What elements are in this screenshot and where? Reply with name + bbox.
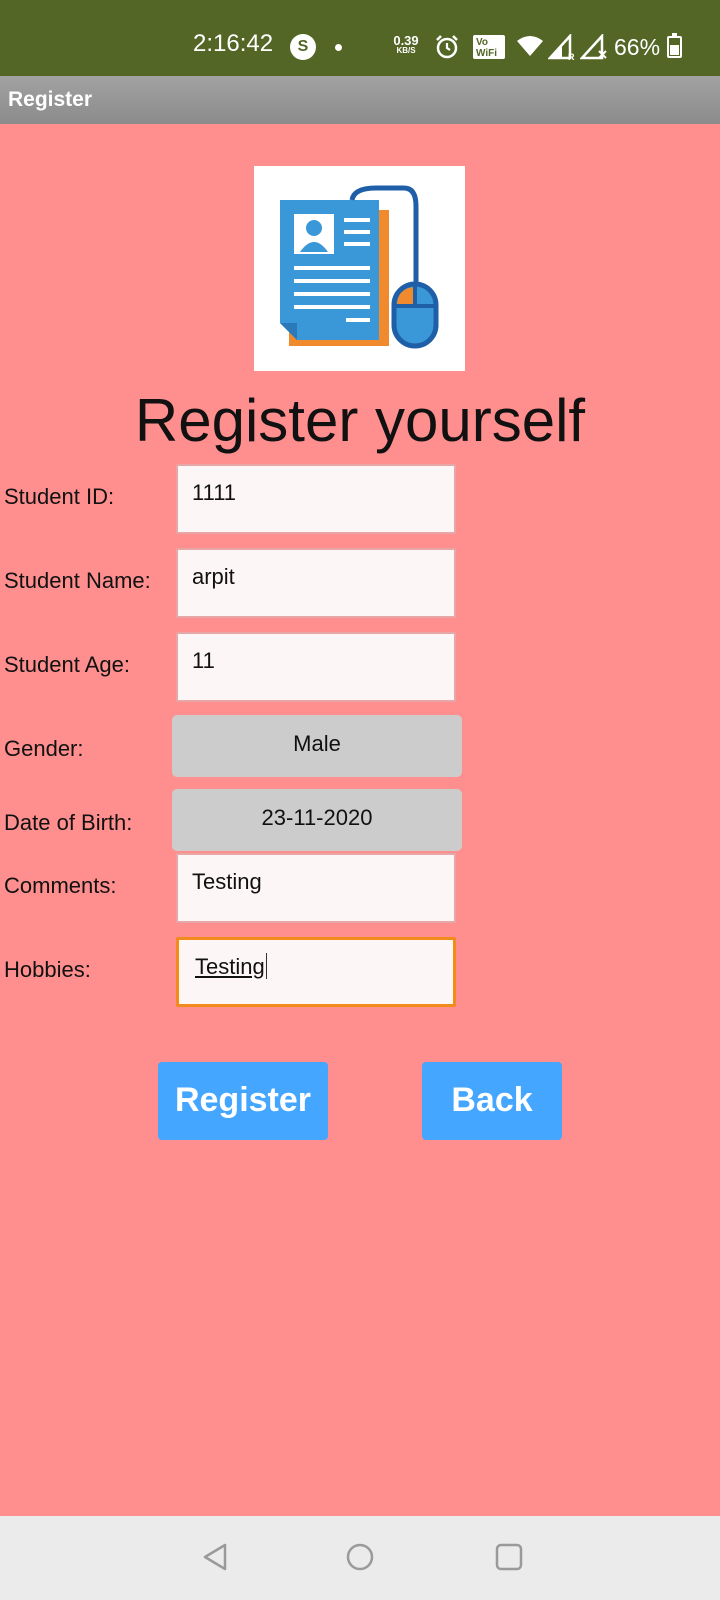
svg-text:R: R — [568, 52, 575, 60]
notification-dot-icon — [335, 44, 342, 51]
hobbies-value: Testing — [195, 954, 265, 979]
student-name-value: arpit — [192, 564, 235, 589]
signal-r-icon: R — [548, 34, 575, 60]
student-id-label: Student ID: — [4, 484, 115, 509]
student-age-input[interactable]: 11 — [176, 632, 456, 702]
navigation-bar — [0, 1516, 720, 1600]
battery-icon — [667, 33, 682, 58]
wifi-icon — [517, 36, 543, 56]
comments-input[interactable]: Testing — [176, 853, 456, 923]
comments-label: Comments: — [4, 873, 117, 898]
student-name-input[interactable]: arpit — [176, 548, 456, 618]
text-cursor — [265, 953, 267, 979]
back-nav-icon[interactable] — [200, 1541, 230, 1573]
network-speed-unit: KB/S — [396, 46, 416, 55]
dob-label: Date of Birth: — [4, 810, 133, 835]
register-button[interactable]: Register — [158, 1062, 328, 1140]
home-nav-icon[interactable] — [345, 1541, 375, 1573]
page-title: Register yourself — [134, 387, 586, 454]
svg-text:Vo: Vo — [476, 37, 488, 48]
alarm-icon — [436, 35, 458, 59]
student-id-input[interactable]: 1111 — [176, 464, 456, 534]
hobbies-label: Hobbies: — [4, 957, 91, 982]
gender-label: Gender: — [4, 736, 84, 761]
status-time: 2:16:42 — [193, 30, 274, 57]
hobbies-input[interactable]: Testing — [176, 937, 456, 1007]
svg-text:WiFi: WiFi — [476, 48, 497, 59]
register-logo — [254, 166, 465, 371]
signal-x-icon — [580, 34, 607, 60]
s-app-icon: S — [290, 34, 316, 60]
student-id-value: 1111 — [192, 480, 237, 505]
student-age-value: 11 — [192, 648, 215, 673]
gender-picker[interactable]: Male — [172, 715, 462, 777]
network-speed: 0.39 KB/S — [389, 34, 423, 55]
status-bar: 2:16:42 S 0.39 KB/S Vo WiFi R 66% — [0, 0, 720, 76]
app-bar-title: Register — [8, 88, 93, 111]
student-name-label: Student Name: — [4, 568, 151, 593]
student-age-label: Student Age: — [4, 652, 130, 677]
back-button[interactable]: Back — [422, 1062, 562, 1140]
dob-picker[interactable]: 23-11-2020 — [172, 789, 462, 851]
recents-nav-icon[interactable] — [494, 1541, 524, 1573]
resume-mouse-icon — [280, 185, 439, 349]
dob-value: 23-11-2020 — [261, 805, 373, 830]
gender-value: Male — [293, 731, 341, 756]
battery-percentage: 66% — [614, 34, 661, 60]
comments-value: Testing — [192, 869, 262, 894]
app-bar: Register — [0, 76, 720, 124]
vowifi-icon: Vo WiFi — [473, 35, 505, 59]
